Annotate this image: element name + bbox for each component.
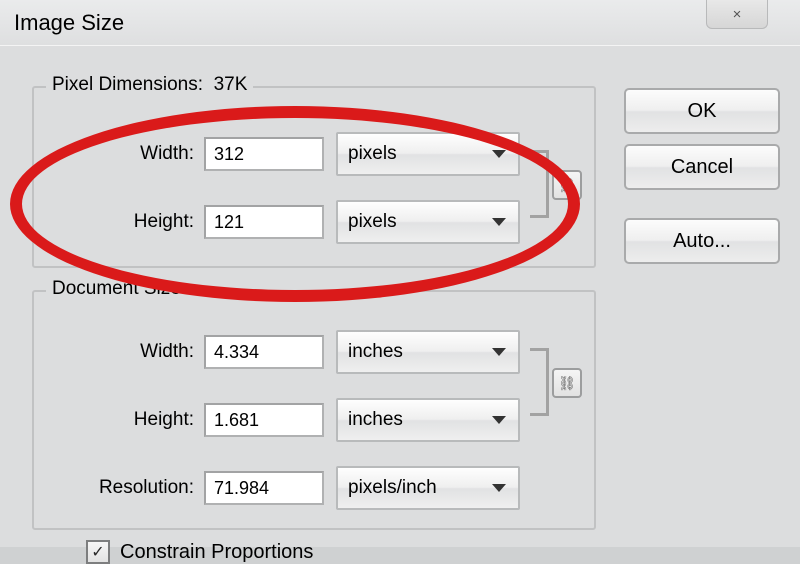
pixel-height-unit-select[interactable]: pixels bbox=[336, 200, 520, 244]
cancel-button[interactable]: Cancel bbox=[624, 144, 780, 190]
doc-resolution-label: Resolution: bbox=[34, 477, 204, 499]
cancel-button-label: Cancel bbox=[671, 156, 733, 179]
pixel-dimensions-legend-prefix: Pixel Dimensions: bbox=[52, 74, 203, 95]
dialog-title: Image Size bbox=[14, 10, 124, 36]
chain-icon: ⛓ bbox=[558, 177, 576, 194]
doc-resolution-unit-select[interactable]: pixels/inch bbox=[336, 466, 520, 510]
doc-link-bracket bbox=[512, 348, 549, 416]
chain-icon: ⛓ bbox=[558, 375, 576, 392]
pixel-width-input[interactable] bbox=[204, 137, 324, 171]
pixel-height-input[interactable] bbox=[204, 205, 324, 239]
doc-resolution-unit-value: pixels/inch bbox=[348, 477, 437, 499]
link-icon[interactable]: ⛓ bbox=[552, 170, 582, 200]
pixel-height-unit-value: pixels bbox=[348, 211, 397, 233]
doc-width-label: Width: bbox=[34, 341, 204, 363]
chevron-down-icon bbox=[492, 218, 506, 226]
auto-button-label: Auto... bbox=[673, 230, 731, 253]
pixel-height-label: Height: bbox=[34, 211, 204, 233]
chevron-down-icon bbox=[492, 484, 506, 492]
doc-width-input[interactable] bbox=[204, 335, 324, 369]
constrain-proportions-checkbox[interactable]: ✓ Constrain Proportions bbox=[86, 540, 313, 564]
doc-resolution-input[interactable] bbox=[204, 471, 324, 505]
pixel-dimensions-size: 37K bbox=[214, 74, 248, 95]
checkmark-icon: ✓ bbox=[91, 542, 104, 562]
chevron-down-icon bbox=[492, 416, 506, 424]
close-icon: × bbox=[733, 6, 742, 23]
ok-button-label: OK bbox=[688, 100, 717, 123]
constrain-proportions-label: Constrain Proportions bbox=[120, 541, 313, 564]
doc-height-unit-value: inches bbox=[348, 409, 403, 431]
dialog-body: Pixel Dimensions: 37K Width: pixels Heig… bbox=[0, 45, 800, 547]
document-size-legend: Document Size: bbox=[46, 278, 192, 300]
doc-height-label: Height: bbox=[34, 409, 204, 431]
chevron-down-icon bbox=[492, 348, 506, 356]
pixel-dimensions-group: Pixel Dimensions: 37K Width: pixels Heig… bbox=[32, 86, 596, 268]
checkbox-box: ✓ bbox=[86, 540, 110, 564]
pixel-width-unit-value: pixels bbox=[348, 143, 397, 165]
doc-width-unit-value: inches bbox=[348, 341, 403, 363]
document-size-group: Document Size: Width: inches Height: inc… bbox=[32, 290, 596, 530]
ok-button[interactable]: OK bbox=[624, 88, 780, 134]
pixel-width-label: Width: bbox=[34, 143, 204, 165]
pixel-link-bracket bbox=[512, 150, 549, 218]
auto-button[interactable]: Auto... bbox=[624, 218, 780, 264]
doc-height-unit-select[interactable]: inches bbox=[336, 398, 520, 442]
pixel-dimensions-legend: Pixel Dimensions: 37K bbox=[46, 74, 253, 96]
pixel-width-unit-select[interactable]: pixels bbox=[336, 132, 520, 176]
dialog-title-bar: Image Size × bbox=[0, 0, 800, 46]
chevron-down-icon bbox=[492, 150, 506, 158]
close-button[interactable]: × bbox=[706, 0, 768, 29]
link-icon[interactable]: ⛓ bbox=[552, 368, 582, 398]
doc-width-unit-select[interactable]: inches bbox=[336, 330, 520, 374]
doc-height-input[interactable] bbox=[204, 403, 324, 437]
